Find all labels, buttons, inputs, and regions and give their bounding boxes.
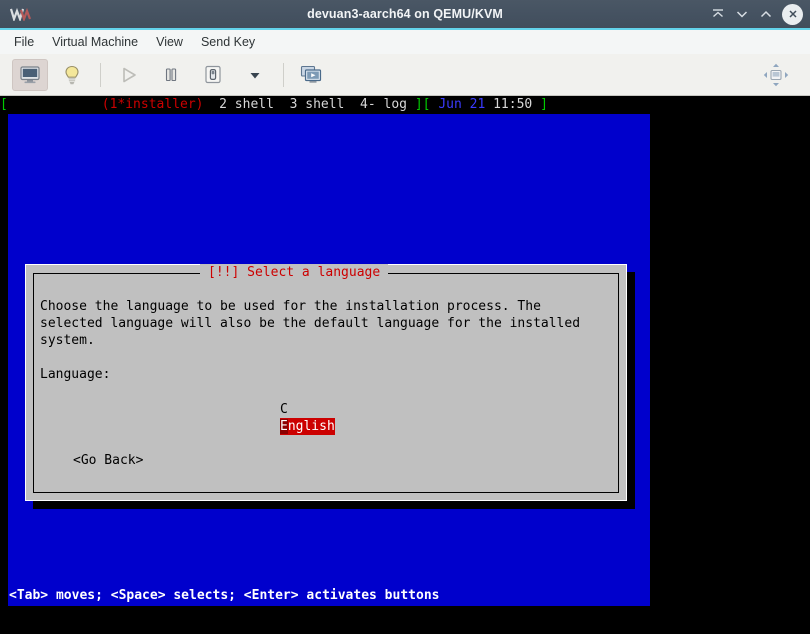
vm-console-screen[interactable]: [ (1*installer) 2 shell 3 shell 4- log ]… <box>0 96 810 634</box>
window-title: devuan3-aarch64 on QEMU/KVM <box>307 7 503 21</box>
language-option-c[interactable]: C <box>280 401 288 418</box>
toolbar-separator <box>100 62 101 87</box>
monitor-icon <box>20 65 40 83</box>
menu-virtual-machine[interactable]: Virtual Machine <box>43 33 147 51</box>
fullscreen-button[interactable] <box>758 59 794 91</box>
virt-manager-window: devuan3-aarch64 on QEMU/KVM File Virtual… <box>0 0 810 634</box>
menu-send-key[interactable]: Send Key <box>192 33 264 51</box>
menubar: File Virtual Machine View Send Key <box>0 30 810 54</box>
virt-manager-logo-icon <box>8 5 34 23</box>
toolbar-separator <box>283 62 284 87</box>
fullscreen-icon <box>763 63 789 86</box>
language-option-english[interactable]: English <box>280 418 335 435</box>
dialog-description: Choose the language to be used for the i… <box>40 299 581 348</box>
chevron-down-icon <box>250 72 260 78</box>
tmux-time: 11:50 <box>493 97 533 112</box>
pause-icon <box>165 67 177 81</box>
language-option-c-row[interactable]: C <box>280 401 335 418</box>
pause-button[interactable] <box>153 59 189 91</box>
close-button[interactable] <box>782 3 803 25</box>
shutdown-button[interactable] <box>195 59 231 91</box>
maximize-button[interactable] <box>755 3 777 25</box>
tmux-gap <box>8 97 102 112</box>
tmux-left-bracket: [ <box>0 97 8 112</box>
run-button[interactable] <box>111 59 147 91</box>
window-controls <box>707 0 806 28</box>
tmux-window-list[interactable]: 2 shell 3 shell 4- log <box>204 97 407 112</box>
power-icon <box>205 65 221 83</box>
language-option-english-rest: nglish <box>287 419 335 434</box>
menu-file[interactable]: File <box>5 33 43 51</box>
go-back-button[interactable]: <Go Back> <box>73 452 143 469</box>
language-list[interactable]: C English <box>280 401 335 435</box>
menu-view[interactable]: View <box>147 33 192 51</box>
tmux-active-window[interactable]: (1*installer) <box>102 97 204 112</box>
shutdown-menu-button[interactable] <box>237 59 273 91</box>
dialog-title: [!!] Select a language <box>200 264 389 282</box>
console-view-button[interactable] <box>12 58 48 91</box>
language-field-label: Language: <box>40 367 111 382</box>
tmux-status-bar: [ (1*installer) 2 shell 3 shell 4- log ]… <box>0 96 650 114</box>
tmux-right-bracket-close: ] <box>414 97 423 112</box>
snapshots-button[interactable] <box>294 59 330 91</box>
cursor-char: E <box>280 419 288 434</box>
lightbulb-icon <box>65 65 79 84</box>
minimize-button[interactable] <box>731 3 753 25</box>
installer-help-line: <Tab> moves; <Space> selects; <Enter> ac… <box>8 586 650 606</box>
shade-button[interactable] <box>707 3 729 25</box>
tmux-date: Jun 21 <box>438 97 486 112</box>
window-titlebar[interactable]: devuan3-aarch64 on QEMU/KVM <box>0 0 810 28</box>
play-icon <box>123 67 136 82</box>
toolbar <box>0 54 810 96</box>
snapshots-icon <box>300 65 322 83</box>
language-option-english-row[interactable]: English <box>280 418 335 435</box>
details-view-button[interactable] <box>54 59 90 91</box>
tmux-end-bracket: ] <box>540 97 548 112</box>
